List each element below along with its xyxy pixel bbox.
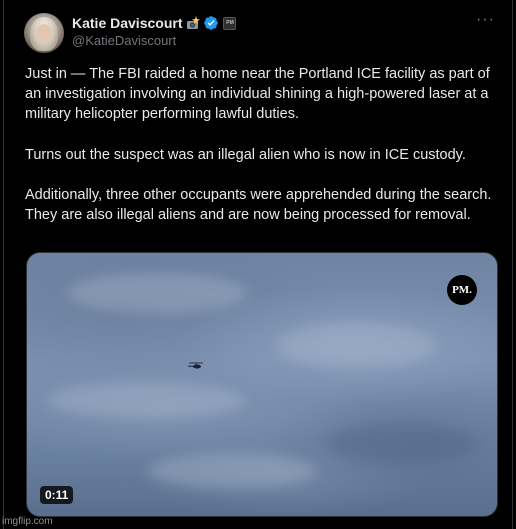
affiliation-badge[interactable]: PM xyxy=(223,16,237,30)
cloud-shape xyxy=(327,423,477,463)
cloud-shape xyxy=(67,273,247,313)
post-text: Just in — The FBI raided a home near the… xyxy=(25,64,505,246)
cloud-shape xyxy=(47,383,247,418)
imgflip-watermark: imgflip.com xyxy=(2,516,53,527)
avatar[interactable] xyxy=(24,13,64,53)
avatar-face xyxy=(37,24,51,41)
helicopter-icon xyxy=(187,357,205,369)
post-paragraph: Just in — The FBI raided a home near the… xyxy=(25,66,490,123)
author-name-row: Katie Daviscourt PM xyxy=(72,14,237,32)
video-duration-badge: 0:11 xyxy=(40,486,74,504)
author-display-name[interactable]: Katie Daviscourt xyxy=(72,15,182,31)
post-paragraph: Turns out the suspect was an illegal ali… xyxy=(25,146,466,163)
more-options-icon[interactable]: ··· xyxy=(476,12,495,28)
publisher-logo: PM. xyxy=(447,275,477,305)
cloud-shape xyxy=(277,323,437,368)
author-handle[interactable]: @KatieDaviscourt xyxy=(72,33,176,48)
camera-flash-emoji-icon xyxy=(185,15,201,31)
verified-badge-icon[interactable] xyxy=(203,15,219,31)
cloud-shape xyxy=(147,453,317,488)
post-paragraph: Additionally, three other occupants were… xyxy=(25,187,492,224)
post-card[interactable]: Katie Daviscourt PM @KatieDaviscourt ···… xyxy=(3,0,513,529)
video-player[interactable]: PM. 0:11 xyxy=(26,252,498,517)
